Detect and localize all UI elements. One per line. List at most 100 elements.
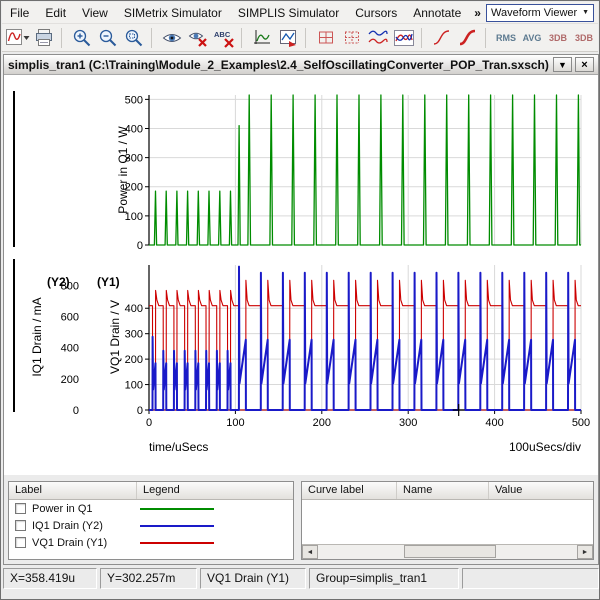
horizontal-scrollbar[interactable]: ◄ ► [302, 544, 593, 559]
db3-button[interactable]: 3DB [545, 26, 571, 50]
status-curve-name: VQ1 Drain (Y1) [200, 568, 306, 589]
status-filler [462, 568, 599, 589]
legend-header-label[interactable]: Label [9, 482, 137, 499]
scroll-thumb[interactable] [404, 545, 496, 558]
viewer-select-value: Waveform Viewer [491, 7, 577, 19]
avg-button-label: AVG [523, 33, 542, 43]
restore-icon: ▼ [558, 60, 567, 70]
add-plot-button[interactable] [275, 26, 301, 50]
curve-drop-icon [6, 28, 30, 48]
menu-file[interactable]: File [2, 3, 37, 23]
waveform-plot: 0100200300400500010020030040002004006008… [4, 75, 598, 475]
x-tick-label: 500 [572, 417, 590, 429]
menu-bar: FileEditViewSIMetrix SimulatorSIMPLIS Si… [2, 2, 598, 24]
x-tick-label: 100 [226, 417, 244, 429]
toggle-minor-grid-button[interactable] [339, 26, 365, 50]
avg-button[interactable]: AVG [519, 26, 545, 50]
curve-header-label[interactable]: Curve label [302, 482, 397, 499]
overlay-curves-button[interactable] [391, 26, 417, 50]
curve-header-value[interactable]: Value [489, 482, 593, 499]
close-icon: × [581, 59, 587, 71]
legend-row: VQ1 Drain (Y1) [9, 534, 293, 551]
db3-button-2[interactable]: 3DB [571, 26, 597, 50]
legend-panel: Label Legend Power in Q1 IQ1 Drain (Y2) VQ… [8, 481, 294, 560]
smooth-curve-button[interactable] [429, 26, 455, 50]
scroll-track[interactable] [318, 545, 577, 559]
power-axis-label: Power in Q1 / W [116, 126, 130, 214]
vq1-axis-label: VQ1 Drain / V [108, 300, 122, 374]
delete-text-button[interactable]: ABC [211, 26, 237, 50]
hide-curves-button[interactable] [185, 26, 211, 50]
vq1-ytick-label: 0 [137, 405, 143, 417]
iq1-ytick-label: 0 [73, 405, 79, 417]
menu-overflow[interactable]: » [469, 3, 486, 23]
waveform-document-window: simplis_tran1 (C:\Training\Module_2_Exam… [3, 54, 599, 565]
menu-cursors[interactable]: Cursors [347, 3, 405, 23]
vq1-ytick-label: 200 [125, 354, 143, 366]
close-button[interactable]: × [575, 57, 594, 72]
iq1-axis-label: IQ1 Drain / mA [30, 297, 44, 376]
x-tick-label: 300 [399, 417, 417, 429]
chevron-down-icon: ▼ [582, 9, 589, 16]
menu-edit[interactable]: Edit [37, 3, 74, 23]
document-titlebar[interactable]: simplis_tran1 (C:\Training\Module_2_Exam… [4, 55, 598, 75]
legend-header-legend[interactable]: Legend [137, 482, 293, 499]
chart-area[interactable]: 0100200300400500010020030040002004006008… [4, 75, 598, 475]
db3-button-2-label: 3DB [575, 33, 593, 43]
measurement-body [302, 500, 593, 544]
svg-text:ABC: ABC [214, 30, 231, 39]
iq1-ytick-label: 600 [61, 311, 79, 323]
plot-add-icon [278, 28, 298, 48]
zoom-in-button[interactable] [69, 26, 95, 50]
zoom-in-icon [72, 28, 92, 48]
scroll-left-button[interactable]: ◄ [302, 545, 318, 559]
curve-header-name[interactable]: Name [397, 482, 489, 499]
curve-checkbox[interactable] [15, 520, 26, 531]
curve-label[interactable]: IQ1 Drain (Y2) [32, 520, 134, 532]
toolbar: ABCRMSAVG3DB3DB [2, 24, 598, 52]
scroll-right-button[interactable]: ► [577, 545, 593, 559]
menu-simplis-simulator[interactable]: SIMPLIS Simulator [230, 3, 347, 23]
print-button[interactable] [31, 26, 57, 50]
curve-checkbox[interactable] [15, 503, 26, 514]
curve-color-sample [140, 508, 214, 510]
add-curves-button[interactable] [5, 26, 31, 50]
restore-button[interactable]: ▼ [553, 57, 572, 72]
stack-curves-button[interactable] [365, 26, 391, 50]
y1-axis-tag: (Y1) [97, 275, 120, 289]
curve-label[interactable]: VQ1 Drain (Y1) [32, 537, 134, 549]
scurve2-icon [458, 28, 478, 48]
measurement-panel: Curve label Name Value ◄ ► [301, 481, 594, 560]
menu-simetrix-simulator[interactable]: SIMetrix Simulator [116, 3, 230, 23]
toolbar-separator [421, 28, 427, 48]
show-curves-button[interactable] [159, 26, 185, 50]
zoom-area-button[interactable] [121, 26, 147, 50]
scurve-icon [432, 28, 452, 48]
iq1-drain-curve [149, 267, 581, 410]
curve-checkbox[interactable] [15, 537, 26, 548]
menu-view[interactable]: View [74, 3, 116, 23]
eye-icon [162, 28, 182, 48]
legend-row: Power in Q1 [9, 500, 293, 517]
curve-label[interactable]: Power in Q1 [32, 503, 134, 515]
thick-curve-button[interactable] [455, 26, 481, 50]
bottom-panels: Label Legend Power in Q1 IQ1 Drain (Y2) VQ… [4, 475, 598, 564]
toggle-grid-button[interactable] [313, 26, 339, 50]
zoom-out-icon [98, 28, 118, 48]
zoom-out-button[interactable] [95, 26, 121, 50]
toolbar-separator [241, 28, 247, 48]
toolbar-separator [485, 28, 491, 48]
toolbar-separator [151, 28, 157, 48]
viewer-select[interactable]: Waveform Viewer ▼ [486, 4, 594, 22]
x-tick-label: 400 [485, 417, 503, 429]
curve-color-sample [140, 525, 214, 527]
curves2-icon [393, 28, 415, 48]
add-axis-button[interactable] [249, 26, 275, 50]
rms-button[interactable]: RMS [493, 26, 519, 50]
menu-annotate[interactable]: Annotate [405, 3, 469, 23]
power-ytick-label: 500 [125, 94, 143, 106]
rms-button-label: RMS [496, 33, 516, 43]
power-curve [149, 95, 581, 245]
curves-icon [367, 28, 389, 48]
y2-axis-tag: (Y2) [47, 275, 70, 289]
